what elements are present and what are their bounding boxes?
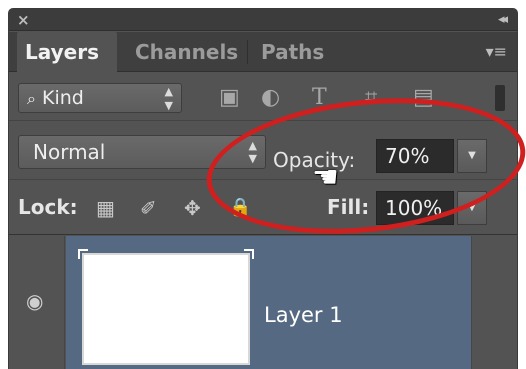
scrubby-cursor-icon: ☚ <box>312 160 339 195</box>
tab-layers[interactable]: Layers <box>17 32 117 72</box>
layer-name[interactable]: Layer 1 <box>264 302 343 328</box>
close-icon[interactable]: × <box>17 10 30 30</box>
search-icon: ⌕ <box>27 89 36 108</box>
lock-label: Lock: <box>18 195 78 219</box>
lock-position-icon[interactable]: ✥ <box>184 196 201 220</box>
filter-kind-label: Kind <box>42 87 84 109</box>
collapse-icon[interactable]: ◂◂ <box>498 10 508 30</box>
eye-icon: ◉ <box>26 289 44 313</box>
lock-transparent-pixels-icon[interactable]: ▦ <box>96 196 115 220</box>
blend-mode-value: Normal <box>33 140 106 164</box>
lock-image-pixels-icon[interactable]: ✐ <box>140 196 157 220</box>
thumbnail-corner-mark <box>78 249 88 259</box>
visibility-toggle[interactable]: ◉ <box>9 236 65 369</box>
layer-row[interactable]: ◉ Layer 1 <box>9 236 517 369</box>
panel-menu-icon[interactable]: ▾≡ <box>486 42 507 62</box>
filter-kind-select[interactable]: ⌕ Kind ▲ ▼ <box>18 83 182 113</box>
chevron-updown-icon: ▲ ▼ <box>164 85 173 112</box>
scrollbar[interactable] <box>471 236 517 369</box>
filter-toggle-switch[interactable] <box>495 85 505 111</box>
layer-thumbnail[interactable] <box>82 253 250 365</box>
image-filter-icon[interactable]: ▣ <box>219 86 240 110</box>
panel-tabs: Layers Channels Paths ▾≡ <box>9 32 517 72</box>
panel-title-bar: × ◂◂ <box>9 9 517 31</box>
tab-channels[interactable]: Channels <box>127 32 246 72</box>
tab-divider <box>247 40 248 64</box>
thumbnail-corner-mark <box>244 249 254 259</box>
tab-paths[interactable]: Paths <box>253 32 332 72</box>
adjustment-filter-icon[interactable]: ◐ <box>261 86 280 110</box>
